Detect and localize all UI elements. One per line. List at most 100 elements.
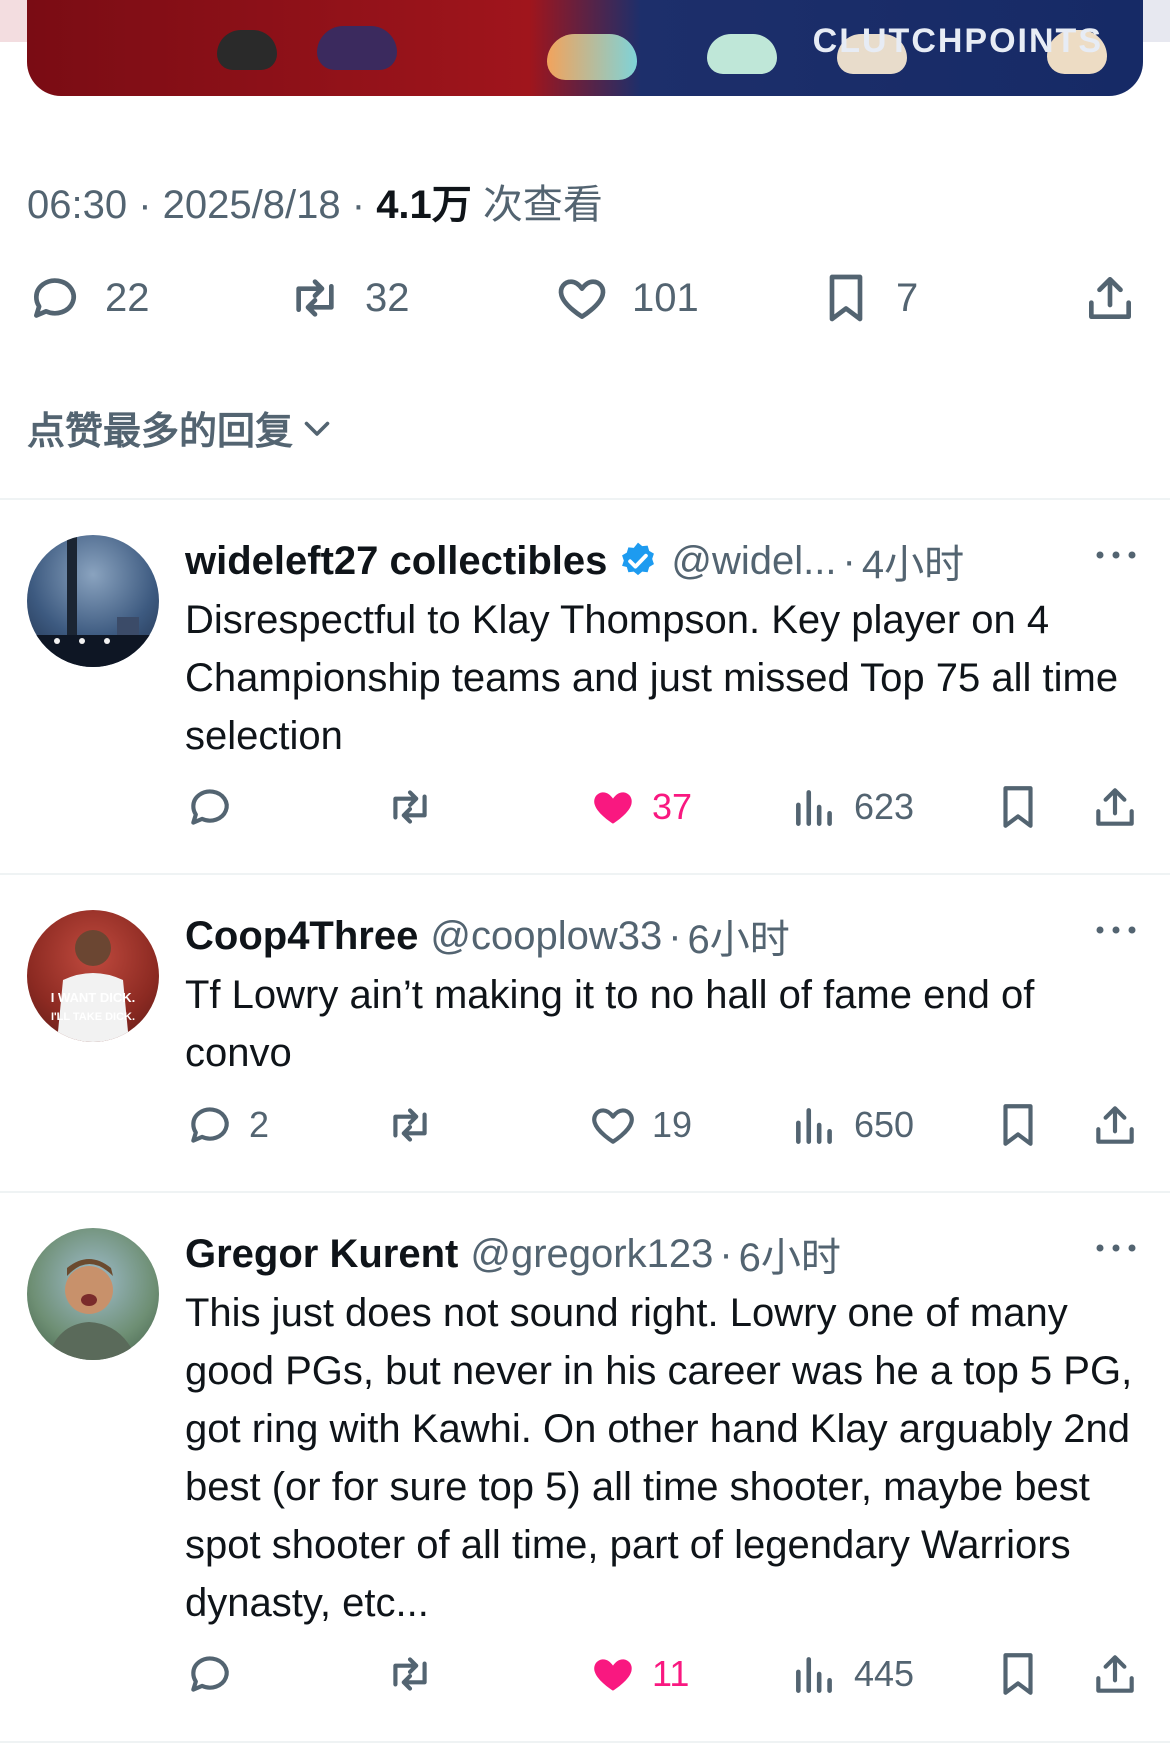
heart-icon [592, 1108, 634, 1144]
reply-item[interactable]: I WANT DICK. I'LL TAKE DICK. Coop4Three … [0, 910, 1170, 1185]
share-icon [1096, 788, 1134, 826]
reply-header: wideleft27 collectibles @widel... · 4小时 [185, 535, 965, 588]
reply-icon [191, 1656, 229, 1692]
bookmark-button[interactable] [993, 782, 1043, 832]
reply-header: Gregor Kurent @gregork123 · 6小时 [185, 1228, 841, 1281]
tweet-time: 06:30 [27, 183, 128, 227]
like-button[interactable]: 101 [554, 270, 699, 326]
reply-sort-dropdown[interactable]: 点赞最多的回复 [27, 400, 335, 455]
verified-badge-icon [622, 542, 655, 576]
shoe-image [547, 34, 637, 80]
views-button[interactable]: 445 [790, 1649, 914, 1699]
separator-dot: · [719, 1231, 733, 1276]
heart-filled-icon [594, 792, 632, 824]
tweet-date: 2025/8/18 [162, 183, 341, 227]
views-button[interactable]: 650 [790, 1100, 914, 1150]
retweet-icon [393, 1108, 427, 1142]
views-count: 623 [854, 786, 915, 827]
like-count: 11 [652, 1653, 690, 1694]
handle[interactable]: @cooplow33 [430, 914, 662, 959]
display-name[interactable]: wideleft27 collectibles [185, 539, 607, 584]
retweet-button[interactable]: 32 [287, 270, 410, 326]
retweet-icon [393, 1657, 427, 1691]
reply-icon [191, 789, 229, 825]
heart-filled-icon [594, 1659, 632, 1691]
like-button[interactable]: 11 [588, 1649, 689, 1699]
more-options-icon[interactable] [1094, 1238, 1138, 1258]
reply-actions: 37 623 [185, 782, 1145, 838]
retweet-icon [393, 790, 427, 824]
like-button[interactable]: 37 [588, 782, 692, 832]
reply-time: 6小时 [687, 918, 790, 962]
divider [0, 498, 1170, 500]
media-watermark: CLUTCHPOINTS [812, 22, 1103, 60]
shoe-image [317, 26, 397, 70]
bookmark-button[interactable] [993, 1100, 1043, 1150]
reply-button[interactable] [185, 782, 249, 832]
handle[interactable]: @widel... [671, 539, 836, 584]
reply-time: 6小时 [738, 1236, 841, 1280]
separator-dot: · [351, 183, 377, 227]
more-options-icon[interactable] [1094, 545, 1138, 565]
more-options-icon[interactable] [1094, 920, 1138, 940]
reply-actions: 11 445 [185, 1649, 1145, 1705]
separator-dot: · [842, 538, 856, 583]
like-button[interactable]: 19 [588, 1100, 692, 1150]
retweet-count: 32 [365, 275, 410, 320]
divider [0, 1741, 1170, 1743]
reply-item[interactable]: Gregor Kurent @gregork123 · 6小时 This jus… [0, 1228, 1170, 1728]
bookmark-icon [1003, 1104, 1033, 1146]
like-count: 37 [652, 786, 693, 827]
reply-text: Tf Lowry ain’t making it to no hall of f… [185, 973, 1035, 1075]
bookmark-count: 7 [896, 275, 919, 320]
views-count: 650 [854, 1104, 915, 1145]
avatar[interactable] [27, 535, 159, 667]
bookmark-button[interactable] [993, 1649, 1043, 1699]
retweet-button[interactable] [385, 1100, 435, 1150]
shoe-image [217, 30, 277, 70]
reply-count: 2 [249, 1104, 270, 1145]
reply-button[interactable]: 22 [27, 270, 150, 326]
bookmark-icon [829, 274, 863, 322]
views-label: 次查看 [482, 183, 603, 227]
share-button[interactable] [1090, 782, 1140, 832]
handle[interactable]: @gregork123 [470, 1232, 713, 1277]
display-name[interactable]: Coop4Three [185, 914, 418, 959]
share-button[interactable] [1082, 270, 1138, 326]
reply-button[interactable] [185, 1649, 249, 1699]
divider [0, 1191, 1170, 1193]
like-count: 101 [632, 275, 699, 320]
views-count: 445 [854, 1653, 915, 1694]
retweet-icon [296, 279, 334, 317]
analytics-icon [796, 1108, 832, 1144]
share-button[interactable] [1090, 1649, 1140, 1699]
display-name[interactable]: Gregor Kurent [185, 1232, 458, 1277]
retweet-button[interactable] [385, 1649, 435, 1699]
analytics-icon [796, 790, 832, 826]
bookmark-icon [1003, 786, 1033, 828]
share-button[interactable] [1090, 1100, 1140, 1150]
avatar[interactable]: I WANT DICK. I'LL TAKE DICK. [27, 910, 159, 1042]
divider [0, 873, 1170, 875]
reply-time: 4小时 [861, 543, 965, 587]
reply-button[interactable]: 2 [185, 1100, 269, 1150]
reply-icon [191, 1107, 229, 1143]
retweet-button[interactable] [385, 782, 435, 832]
like-count: 19 [652, 1104, 693, 1145]
tweet-media-image[interactable]: CLUTCHPOINTS [27, 0, 1143, 96]
reply-item[interactable]: wideleft27 collectibles @widel... · 4小时 … [0, 535, 1170, 870]
separator-dot: · [668, 913, 682, 958]
separator-dot: · [138, 183, 163, 227]
share-icon [1089, 277, 1131, 319]
shoe-image [707, 34, 777, 74]
bookmark-button[interactable]: 7 [818, 270, 918, 326]
heart-icon [558, 279, 606, 319]
avatar-caption-2: I'LL TAKE DICK. [51, 1011, 135, 1023]
avatar[interactable] [27, 1228, 159, 1360]
views-count: 4.1万 [376, 183, 472, 227]
share-icon [1096, 1106, 1134, 1144]
reply-header: Coop4Three @cooplow33 · 6小时 [185, 910, 790, 963]
share-icon [1096, 1655, 1134, 1693]
analytics-icon [796, 1657, 832, 1693]
views-button[interactable]: 623 [790, 782, 914, 832]
